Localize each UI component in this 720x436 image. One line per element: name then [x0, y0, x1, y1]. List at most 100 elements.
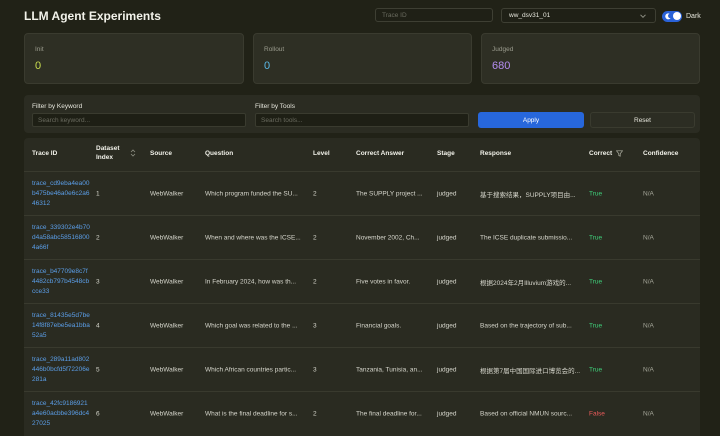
trace-id-link[interactable]: trace_81435e5d7be14f8f87ebe5ea1bba52a5 [32, 311, 90, 341]
stage-cell: judged [437, 322, 457, 329]
dataset-select[interactable]: ww_dsv31_01 [501, 8, 656, 23]
trace-id-input[interactable] [375, 8, 493, 22]
trace-id-link[interactable]: trace_42fc9186921a4e60acbbe396dc427025 [32, 399, 90, 429]
question-cell: Which goal was related to the ... [205, 322, 298, 329]
table-row[interactable]: trace_289a11ad802446b0bcfd5f72206e281a 5… [24, 347, 700, 391]
response-cell: Based on official NMUN sourc... [480, 410, 572, 417]
chevron-down-icon [640, 13, 646, 18]
column-header-level[interactable]: Level [313, 150, 330, 157]
column-header-response[interactable]: Response [480, 150, 511, 157]
stat-value: 0 [35, 60, 42, 72]
table-row[interactable]: trace_cd9eba4ea00b475be46a0e6c2a646312 1… [24, 171, 700, 215]
column-header-trace-id[interactable]: Trace ID [32, 150, 57, 157]
answer-cell: The final deadline for... [356, 410, 422, 417]
filter-icon[interactable] [616, 150, 623, 157]
confidence-cell: N/A [643, 190, 654, 197]
stat-label: Judged [492, 46, 514, 53]
level-cell: 2 [313, 190, 317, 197]
level-cell: 3 [313, 366, 317, 373]
stat-label: Rollout [264, 46, 285, 53]
column-header-dataset-index[interactable]: Dataset Index [96, 144, 128, 162]
confidence-cell: N/A [643, 366, 654, 373]
response-cell: 根据2024年2月Illuvium游戏的... [480, 279, 572, 287]
dataset-index: 5 [96, 366, 100, 373]
source-cell: WebWalker [150, 366, 184, 373]
switch-knob [672, 12, 681, 20]
column-header-confidence[interactable]: Confidence [643, 150, 678, 157]
tools-filter-label: Filter by Tools [255, 103, 295, 110]
correct-cell: True [589, 322, 603, 329]
level-cell: 2 [313, 234, 317, 241]
source-cell: WebWalker [150, 410, 184, 417]
table-row[interactable]: trace_b47709e8c7f4482cb797b4548cbcce33 3… [24, 259, 700, 303]
stat-value: 680 [492, 60, 511, 72]
tools-filter-input[interactable] [255, 113, 469, 127]
sort-icon[interactable] [130, 149, 136, 157]
question-cell: When and where was the ICSE... [205, 234, 301, 241]
app-header: LLM Agent Experiments ww_dsv31_01 Dark [0, 0, 720, 32]
response-cell: The ICSE duplicate submissio... [480, 234, 573, 241]
keyword-filter-label: Filter by Keyword [32, 103, 83, 110]
correct-cell: True [589, 278, 603, 285]
stat-label: Init [35, 46, 44, 53]
stage-cell: judged [437, 190, 457, 197]
source-cell: WebWalker [150, 322, 184, 329]
answer-cell: Five votes in favor. [356, 278, 411, 285]
question-cell: What is the final deadline for s... [205, 410, 298, 417]
stat-card-init: Init 0 [24, 33, 244, 84]
correct-cell: True [589, 366, 603, 373]
answer-cell: November 2002, Ch... [356, 234, 420, 241]
apply-button[interactable]: Apply [478, 112, 584, 128]
stage-cell: judged [437, 410, 457, 417]
page-title: LLM Agent Experiments [24, 9, 161, 23]
table-row[interactable]: trace_81435e5d7be14f8f87ebe5ea1bba52a5 4… [24, 303, 700, 347]
experiments-table: Trace ID Dataset Index Source Question L… [24, 138, 700, 436]
table-row[interactable]: trace_339302e4b70d4a58abc585168004a66f 2… [24, 215, 700, 259]
response-cell: 根据第7届中国国际进口博览会的... [480, 367, 581, 375]
column-header-correct[interactable]: Correct [589, 150, 612, 157]
reset-button[interactable]: Reset [590, 112, 695, 128]
confidence-cell: N/A [643, 322, 654, 329]
question-cell: Which African countries partic... [205, 366, 297, 373]
dataset-index: 1 [96, 190, 100, 197]
column-header-stage[interactable]: Stage [437, 150, 455, 157]
dataset-index: 4 [96, 322, 100, 329]
stage-cell: judged [437, 278, 457, 285]
theme-switch[interactable] [662, 10, 682, 22]
confidence-cell: N/A [643, 234, 654, 241]
trace-id-link[interactable]: trace_289a11ad802446b0bcfd5f72206e281a [32, 355, 90, 385]
confidence-cell: N/A [643, 410, 654, 417]
level-cell: 2 [313, 278, 317, 285]
theme-label: Dark [686, 12, 701, 20]
stat-card-rollout: Rollout 0 [253, 33, 472, 84]
response-cell: 基于搜索结果，SUPPLY项目由... [480, 191, 576, 199]
level-cell: 2 [313, 410, 317, 417]
correct-cell: True [589, 234, 603, 241]
level-cell: 3 [313, 322, 317, 329]
stat-value: 0 [264, 60, 271, 72]
moon-icon [665, 12, 671, 19]
column-header-correct-answer[interactable]: Correct Answer [356, 150, 404, 157]
table-row[interactable]: trace_42fc9186921a4e60acbbe396dc427025 6… [24, 391, 700, 435]
column-header-source[interactable]: Source [150, 150, 172, 157]
correct-cell: False [589, 410, 605, 417]
stage-cell: judged [437, 366, 457, 373]
trace-id-link[interactable]: trace_cd9eba4ea00b475be46a0e6c2a646312 [32, 179, 90, 209]
theme-toggle[interactable]: Dark [662, 10, 701, 22]
trace-id-link[interactable]: trace_b47709e8c7f4482cb797b4548cbcce33 [32, 267, 90, 297]
answer-cell: Tanzania, Tunisia, an... [356, 366, 423, 373]
response-cell: Based on the trajectory of sub... [480, 322, 572, 329]
correct-cell: True [589, 190, 603, 197]
trace-id-link[interactable]: trace_339302e4b70d4a58abc585168004a66f [32, 223, 90, 253]
dataset-index: 2 [96, 234, 100, 241]
keyword-filter-input[interactable] [32, 113, 246, 127]
column-header-question[interactable]: Question [205, 150, 233, 157]
dataset-index: 3 [96, 278, 100, 285]
source-cell: WebWalker [150, 190, 184, 197]
source-cell: WebWalker [150, 234, 184, 241]
dataset-select-value: ww_dsv31_01 [509, 12, 551, 19]
source-cell: WebWalker [150, 278, 184, 285]
stage-cell: judged [437, 234, 457, 241]
dataset-index: 6 [96, 410, 100, 417]
confidence-cell: N/A [643, 278, 654, 285]
